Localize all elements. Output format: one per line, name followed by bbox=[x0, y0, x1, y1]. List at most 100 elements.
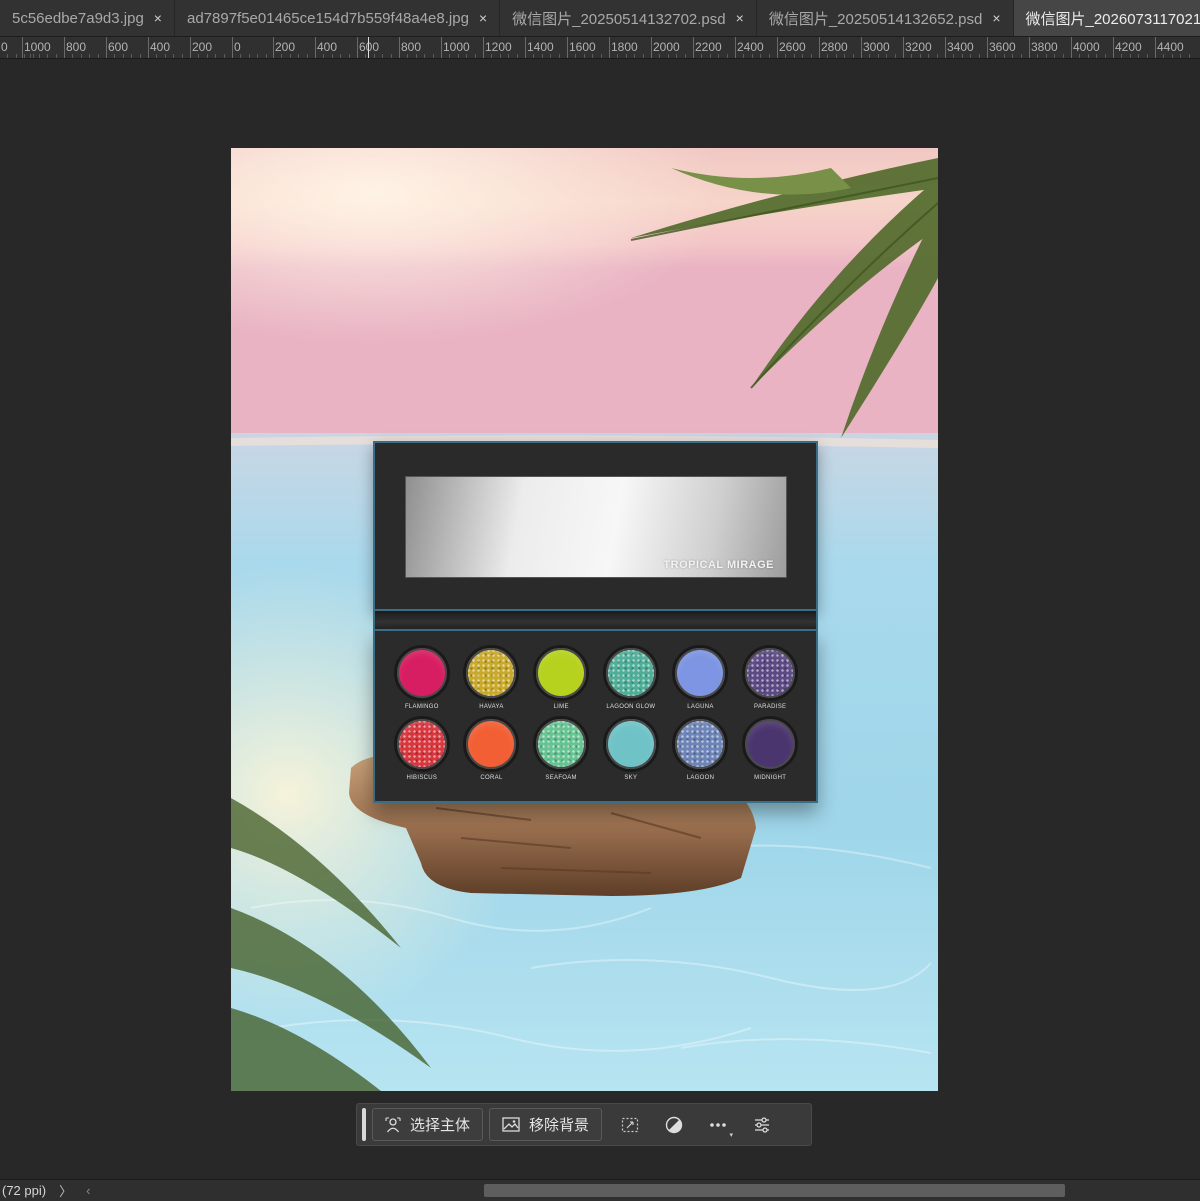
eyeshadow-color-swatch bbox=[603, 716, 659, 772]
palette-mirror: TROPICAL MIRAGE bbox=[405, 476, 787, 578]
eyeshadow-color-swatch bbox=[603, 645, 659, 701]
document-canvas[interactable]: TROPICAL MIRAGE FLAMINGOHAVAYALIMELAGOON… bbox=[231, 148, 938, 1091]
eyeshadow-shade-name: CORAL bbox=[480, 775, 502, 781]
eyeshadow-palette: TROPICAL MIRAGE FLAMINGOHAVAYALIMELAGOON… bbox=[373, 441, 818, 803]
eyeshadow-pan: SEAFOAM bbox=[526, 716, 596, 781]
ruler-minor-tick bbox=[685, 54, 686, 58]
eyeshadow-color-swatch bbox=[533, 716, 589, 772]
close-tab-icon[interactable]: × bbox=[479, 10, 487, 26]
eyeshadow-pan: SKY bbox=[596, 716, 666, 781]
ruler-label: 4400 bbox=[1157, 40, 1184, 54]
ruler-minor-tick bbox=[752, 54, 753, 58]
ruler-minor-tick bbox=[407, 54, 408, 58]
ruler-minor-tick bbox=[131, 54, 132, 58]
ruler-minor-tick bbox=[182, 54, 183, 58]
ruler-minor-tick bbox=[466, 54, 467, 58]
ruler-minor-tick bbox=[802, 54, 803, 58]
more-icon[interactable]: ▾ bbox=[696, 1108, 740, 1141]
eyeshadow-shade-name: SKY bbox=[624, 775, 637, 781]
ruler-major-tick bbox=[273, 37, 274, 58]
eyeshadow-color-swatch bbox=[742, 645, 798, 701]
transform-icon[interactable] bbox=[608, 1108, 652, 1141]
document-tab[interactable]: 微信图片_20250514132702.psd× bbox=[500, 0, 757, 36]
ruler-minor-tick bbox=[433, 54, 434, 58]
ruler-label: 2200 bbox=[695, 40, 722, 54]
ruler-minor-tick bbox=[240, 54, 241, 58]
ruler-minor-tick bbox=[475, 54, 476, 58]
eyeshadow-pan: CORAL bbox=[457, 716, 527, 781]
image-icon bbox=[502, 1117, 520, 1132]
horizontal-ruler[interactable]: 0100080060040020002004006008001000120014… bbox=[0, 37, 1200, 59]
ruler-minor-tick bbox=[895, 54, 896, 58]
ruler-minor-tick bbox=[710, 54, 711, 58]
ruler-minor-tick bbox=[785, 54, 786, 58]
select-subject-icon bbox=[385, 1117, 401, 1133]
ruler-minor-tick bbox=[123, 54, 124, 58]
document-tab[interactable]: 微信图片_20260731170219_3 bbox=[1014, 0, 1200, 36]
remove-background-label: 移除背景 bbox=[529, 1114, 589, 1135]
ruler-minor-tick bbox=[416, 54, 417, 58]
ruler-minor-tick bbox=[39, 54, 40, 58]
ruler-minor-tick bbox=[215, 54, 216, 58]
ruler-minor-tick bbox=[1138, 54, 1139, 58]
ruler-minor-tick bbox=[676, 54, 677, 58]
status-menu-arrow-icon[interactable]: 〉 bbox=[59, 1181, 72, 1200]
close-tab-icon[interactable]: × bbox=[992, 10, 1000, 26]
document-tab[interactable]: 5c56edbe7a9d3.jpg× bbox=[0, 0, 175, 36]
ruler-minor-tick bbox=[89, 54, 90, 58]
close-tab-icon[interactable]: × bbox=[154, 10, 162, 26]
ruler-minor-tick bbox=[458, 54, 459, 58]
horizontal-scrollbar[interactable] bbox=[101, 1184, 1196, 1197]
ruler-minor-tick bbox=[668, 54, 669, 58]
eyeshadow-color-swatch bbox=[533, 645, 589, 701]
ruler-minor-tick bbox=[33, 54, 34, 58]
eyeshadow-shade-name: HIBISCUS bbox=[406, 775, 437, 781]
ruler-label: 3800 bbox=[1031, 40, 1058, 54]
ruler-minor-tick bbox=[1180, 54, 1181, 58]
scrollbar-thumb[interactable] bbox=[484, 1184, 1065, 1197]
ruler-minor-tick bbox=[198, 54, 199, 58]
select-subject-label: 选择主体 bbox=[410, 1114, 470, 1135]
ruler-minor-tick bbox=[340, 54, 341, 58]
palette-hinge bbox=[373, 611, 818, 629]
ruler-minor-tick bbox=[207, 54, 208, 58]
palette-tray: FLAMINGOHAVAYALIMELAGOON GLOWLAGUNAPARAD… bbox=[373, 629, 818, 803]
ruler-label: 200 bbox=[275, 40, 295, 54]
ruler-minor-tick bbox=[249, 54, 250, 58]
ruler-minor-tick bbox=[382, 54, 383, 58]
ruler-major-tick bbox=[567, 37, 568, 58]
document-tab[interactable]: 微信图片_20250514132652.psd × bbox=[757, 0, 1014, 36]
ruler-minor-tick bbox=[1063, 54, 1064, 58]
ruler-major-tick bbox=[903, 37, 904, 58]
close-tab-icon[interactable]: × bbox=[736, 10, 744, 26]
eyeshadow-shade-name: FLAMINGO bbox=[405, 704, 439, 710]
status-bar: (72 ppi) 〉 ‹ bbox=[0, 1179, 1200, 1201]
ruler-minor-tick bbox=[508, 54, 509, 58]
settings-icon[interactable] bbox=[740, 1108, 784, 1141]
eyeshadow-pan: LAGOON bbox=[666, 716, 736, 781]
eyeshadow-color-swatch bbox=[672, 645, 728, 701]
ruler-minor-tick bbox=[811, 54, 812, 58]
ruler-label: 600 bbox=[359, 40, 379, 54]
scroll-left-icon[interactable]: ‹ bbox=[86, 1183, 90, 1198]
ruler-minor-tick bbox=[1189, 54, 1190, 58]
ruler-label: 1000 bbox=[443, 40, 470, 54]
ruler-cursor-marker bbox=[368, 37, 369, 58]
ruler-major-tick bbox=[525, 37, 526, 58]
ruler-minor-tick bbox=[156, 54, 157, 58]
document-tab[interactable]: ad7897f5e01465ce154d7b559f48a4e8.jpg× bbox=[175, 0, 500, 36]
ruler-minor-tick bbox=[1105, 54, 1106, 58]
ruler-minor-tick bbox=[1079, 54, 1080, 58]
ruler-minor-tick bbox=[266, 54, 267, 58]
remove-background-button[interactable]: 移除背景 bbox=[489, 1108, 602, 1141]
ruler-minor-tick bbox=[769, 54, 770, 58]
select-subject-button[interactable]: 选择主体 bbox=[372, 1108, 483, 1141]
tab-label: 微信图片_20250514132652.psd bbox=[769, 8, 983, 29]
ruler-major-tick bbox=[483, 37, 484, 58]
ruler-minor-tick bbox=[257, 54, 258, 58]
adjust-icon[interactable] bbox=[652, 1108, 696, 1141]
taskbar-drag-handle[interactable] bbox=[362, 1108, 366, 1141]
ruler-minor-tick bbox=[836, 54, 837, 58]
ruler-minor-tick bbox=[30, 54, 31, 58]
ruler-label: 400 bbox=[317, 40, 337, 54]
